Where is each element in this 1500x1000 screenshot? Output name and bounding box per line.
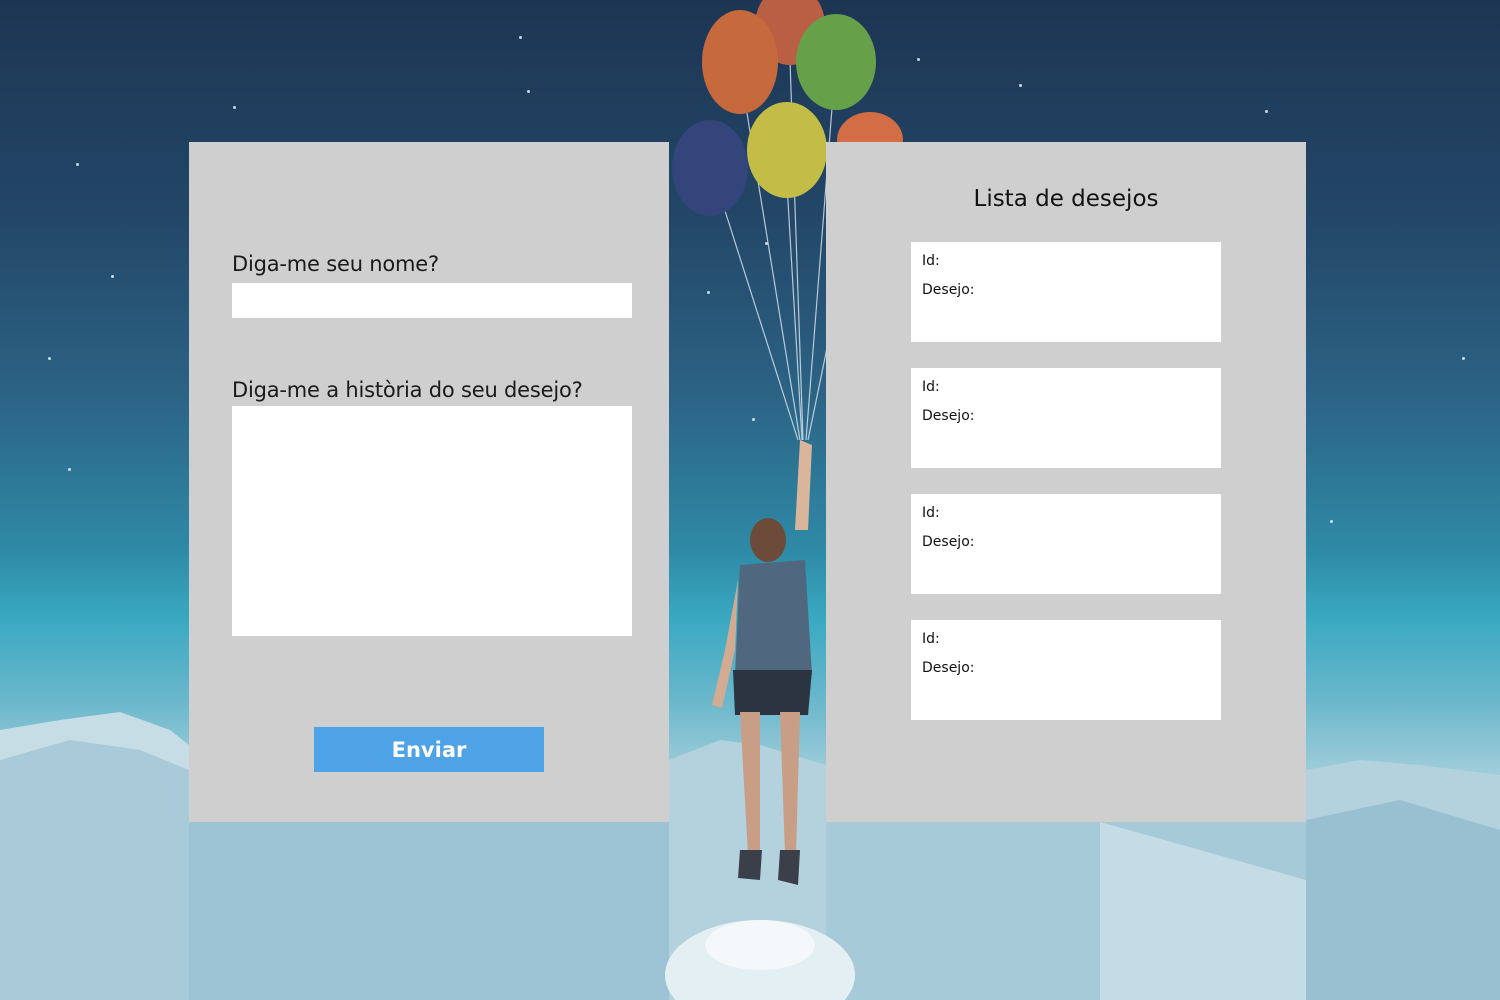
name-input[interactable] (232, 283, 632, 318)
wish-card: Id: Desejo: (911, 368, 1221, 468)
wishlist-title: Lista de desejos (973, 186, 1159, 212)
wish-text-label: Desejo: (922, 660, 975, 676)
wish-text-label: Desejo: (922, 408, 975, 424)
wishlist-panel: Lista de desejos Id: Desejo: Id: Desejo:… (826, 142, 1306, 822)
wish-form-panel: Diga-me seu nome? Diga-me a història do … (189, 142, 669, 822)
wish-card: Id: Desejo: (911, 494, 1221, 594)
wish-id-label: Id: (922, 379, 940, 395)
wish-text-label: Desejo: (922, 534, 975, 550)
name-label: Diga-me seu nome? (232, 252, 439, 276)
wish-id-label: Id: (922, 505, 940, 521)
submit-button[interactable]: Enviar (314, 727, 544, 772)
wish-story-label: Diga-me a història do seu desejo? (232, 378, 583, 402)
wish-card: Id: Desejo: (911, 242, 1221, 342)
wish-id-label: Id: (922, 631, 940, 647)
wish-card: Id: Desejo: (911, 620, 1221, 720)
wish-id-label: Id: (922, 253, 940, 269)
wish-text-label: Desejo: (922, 282, 975, 298)
wish-story-textarea[interactable] (232, 406, 632, 636)
